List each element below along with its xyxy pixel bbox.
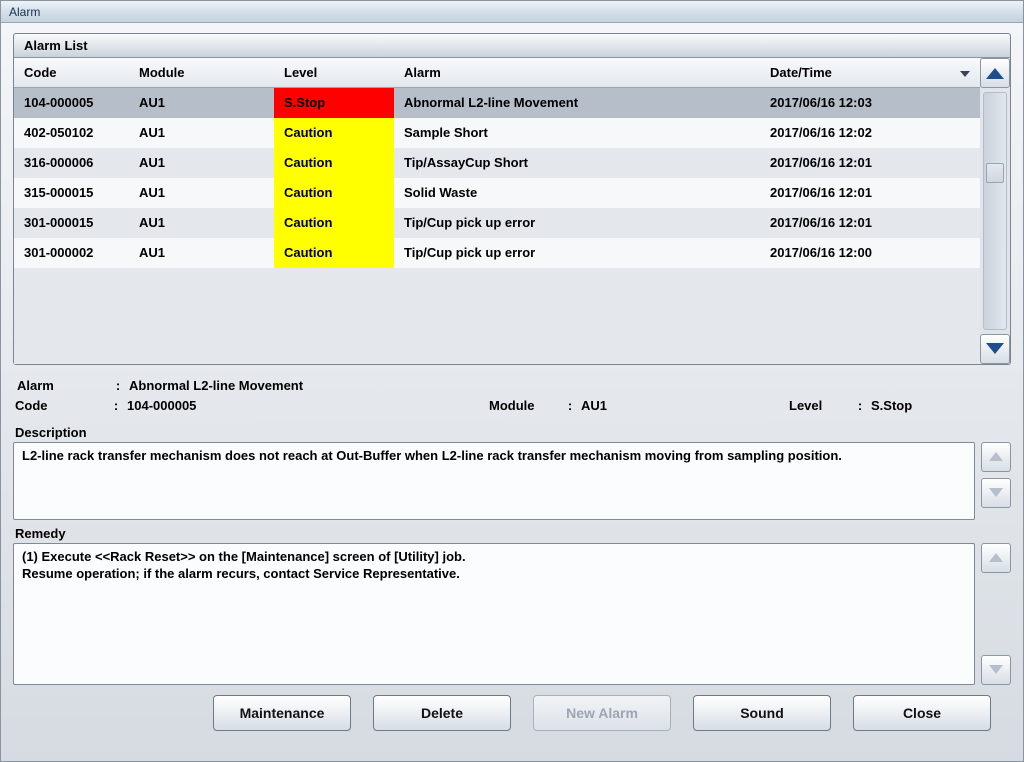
remedy-scroll-down[interactable] — [981, 655, 1011, 685]
description-caption: Description — [15, 425, 1009, 440]
col-level[interactable]: Level — [274, 58, 394, 88]
table-row[interactable]: 104-000005AU1S.StopAbnormal L2-line Move… — [14, 88, 980, 118]
window-title: Alarm — [9, 5, 40, 19]
description-text: L2-line rack transfer mechanism does not… — [13, 442, 975, 520]
detail-level-label: Level — [789, 398, 849, 413]
new-alarm-button: New Alarm — [533, 695, 671, 731]
dialog-content: Alarm List Code Module Level Alarm Date/… — [1, 23, 1023, 761]
remedy-caption: Remedy — [15, 526, 1009, 541]
desc-scroll-up[interactable] — [981, 442, 1011, 472]
alarm-list-panel: Alarm List Code Module Level Alarm Date/… — [13, 33, 1011, 365]
alarm-list-scrollbar — [980, 58, 1010, 364]
col-code[interactable]: Code — [14, 58, 129, 88]
delete-button[interactable]: Delete — [373, 695, 511, 731]
col-module[interactable]: Module — [129, 58, 274, 88]
detail-code-label: Code — [15, 398, 105, 413]
table-row[interactable]: 315-000015AU1CautionSolid Waste2017/06/1… — [14, 178, 980, 208]
chevron-up-icon — [989, 452, 1003, 461]
alarm-list-header: Alarm List — [14, 34, 1010, 58]
maintenance-button[interactable]: Maintenance — [213, 695, 351, 731]
detail-alarm-value: Abnormal L2-line Movement — [129, 378, 303, 393]
scroll-track[interactable] — [983, 92, 1007, 330]
detail-area: Alarm : Abnormal L2-line Movement Code :… — [13, 371, 1011, 419]
titlebar: Alarm — [1, 1, 1023, 23]
chevron-up-icon — [986, 68, 1004, 79]
remedy-scroll-up[interactable] — [981, 543, 1011, 573]
detail-code-value: 104-000005 — [127, 398, 196, 413]
scroll-thumb[interactable] — [986, 163, 1004, 183]
chevron-down-icon — [989, 665, 1003, 674]
alarm-dialog: Alarm Alarm List Code Module Level Alarm — [0, 0, 1024, 762]
detail-level-value: S.Stop — [871, 398, 912, 413]
col-datetime[interactable]: Date/Time — [760, 58, 980, 88]
col-alarm[interactable]: Alarm — [394, 58, 760, 88]
detail-module-value: AU1 — [581, 398, 607, 413]
detail-alarm-label: Alarm — [17, 378, 107, 393]
chevron-down-icon — [986, 343, 1004, 354]
chevron-down-icon — [989, 488, 1003, 497]
alarm-table-head: Code Module Level Alarm Date/Time — [14, 58, 980, 88]
detail-colon-2: : — [105, 398, 127, 413]
button-bar: Maintenance Delete New Alarm Sound Close — [13, 685, 1011, 741]
table-row[interactable]: 316-000006AU1CautionTip/AssayCup Short20… — [14, 148, 980, 178]
detail-module-label: Module — [489, 398, 559, 413]
detail-colon-4: : — [849, 398, 871, 413]
close-button[interactable]: Close — [853, 695, 991, 731]
desc-scroll-down[interactable] — [981, 478, 1011, 508]
scroll-down-button[interactable] — [980, 334, 1010, 364]
remedy-text: (1) Execute <<Rack Reset>> on the [Maint… — [13, 543, 975, 685]
chevron-up-icon — [989, 553, 1003, 562]
alarm-table-body: 104-000005AU1S.StopAbnormal L2-line Move… — [14, 88, 980, 268]
detail-colon-1: : — [107, 378, 129, 393]
table-row[interactable]: 301-000015AU1CautionTip/Cup pick up erro… — [14, 208, 980, 238]
table-row[interactable]: 301-000002AU1CautionTip/Cup pick up erro… — [14, 238, 980, 268]
sound-button[interactable]: Sound — [693, 695, 831, 731]
scroll-up-button[interactable] — [980, 58, 1010, 88]
alarm-table: Code Module Level Alarm Date/Time 104-00… — [14, 58, 980, 268]
table-row[interactable]: 402-050102AU1CautionSample Short2017/06/… — [14, 118, 980, 148]
detail-colon-3: : — [559, 398, 581, 413]
